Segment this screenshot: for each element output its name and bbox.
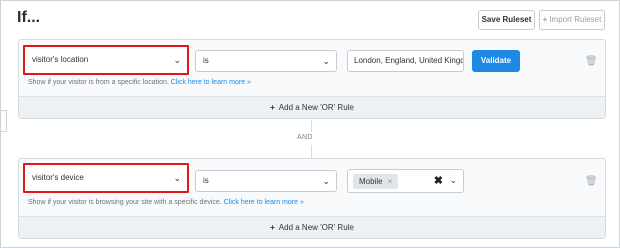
page-title: If... [17, 9, 41, 26]
condition-select[interactable]: visitor's device ⌄ [23, 163, 189, 193]
operator-value: is [203, 176, 209, 185]
rules-panel: If... Save Ruleset + Import Ruleset visit… [0, 0, 620, 248]
device-tag-label: Mobile [359, 177, 383, 186]
save-ruleset-button[interactable]: Save Ruleset [478, 10, 535, 30]
chevron-down-icon: ⌄ [173, 173, 181, 183]
condition-value: visitor's device [32, 173, 84, 182]
connector-line [311, 145, 312, 158]
add-or-label: Add a New 'OR' Rule [278, 103, 354, 112]
device-tag: Mobile × [353, 174, 399, 189]
trash-icon[interactable]: 🗑 [585, 56, 598, 67]
rule-card: visitor's location ⌄ is ⌄ London, Englan… [18, 39, 606, 119]
condition-select[interactable]: visitor's location ⌄ [23, 45, 189, 75]
and-label: AND [297, 134, 313, 141]
tag-remove-icon[interactable]: × [388, 177, 393, 186]
connector-line [311, 120, 312, 132]
add-or-label: Add a New 'OR' Rule [278, 223, 354, 232]
device-multiselect[interactable]: Mobile × ✖ ⌄ [347, 169, 464, 193]
condition-value: visitor's location [32, 55, 89, 64]
plus-icon: + [542, 15, 548, 24]
learn-more-link[interactable]: Click here to learn more » [224, 199, 304, 206]
plus-icon: + [270, 223, 275, 232]
operator-select[interactable]: is ⌄ [195, 170, 337, 192]
add-or-rule-button[interactable]: + Add a New 'OR' Rule [19, 96, 605, 118]
chevron-down-icon: ⌄ [322, 56, 330, 66]
chevron-down-icon: ⌄ [322, 176, 330, 186]
collapse-tab[interactable] [1, 110, 7, 132]
chevron-down-icon: ⌄ [173, 55, 181, 65]
operator-value: is [203, 56, 209, 65]
help-text: Show if your visitor is browsing your si… [28, 199, 222, 206]
help-text: Show if your visitor is from a specific … [28, 79, 169, 86]
learn-more-link[interactable]: Click here to learn more » [171, 79, 251, 86]
operator-select[interactable]: is ⌄ [195, 50, 337, 72]
clear-icon[interactable]: ✖ [434, 174, 443, 187]
import-ruleset-button[interactable]: + Import Ruleset [539, 10, 605, 30]
plus-icon: + [270, 103, 275, 112]
chevron-down-icon[interactable]: ⌄ [449, 175, 457, 186]
rule-help-text: Show if your visitor is browsing your si… [28, 199, 304, 206]
validate-button[interactable]: Validate [472, 50, 520, 72]
add-or-rule-button[interactable]: + Add a New 'OR' Rule [19, 216, 605, 238]
rule-card: visitor's device ⌄ is ⌄ Mobile × ✖ ⌄ 🗑 Sh… [18, 158, 606, 239]
location-input[interactable]: London, England, United Kingdom [347, 50, 464, 72]
import-ruleset-label: Import Ruleset [549, 15, 602, 24]
trash-icon[interactable]: 🗑 [585, 176, 598, 187]
rule-help-text: Show if your visitor is from a specific … [28, 79, 251, 86]
